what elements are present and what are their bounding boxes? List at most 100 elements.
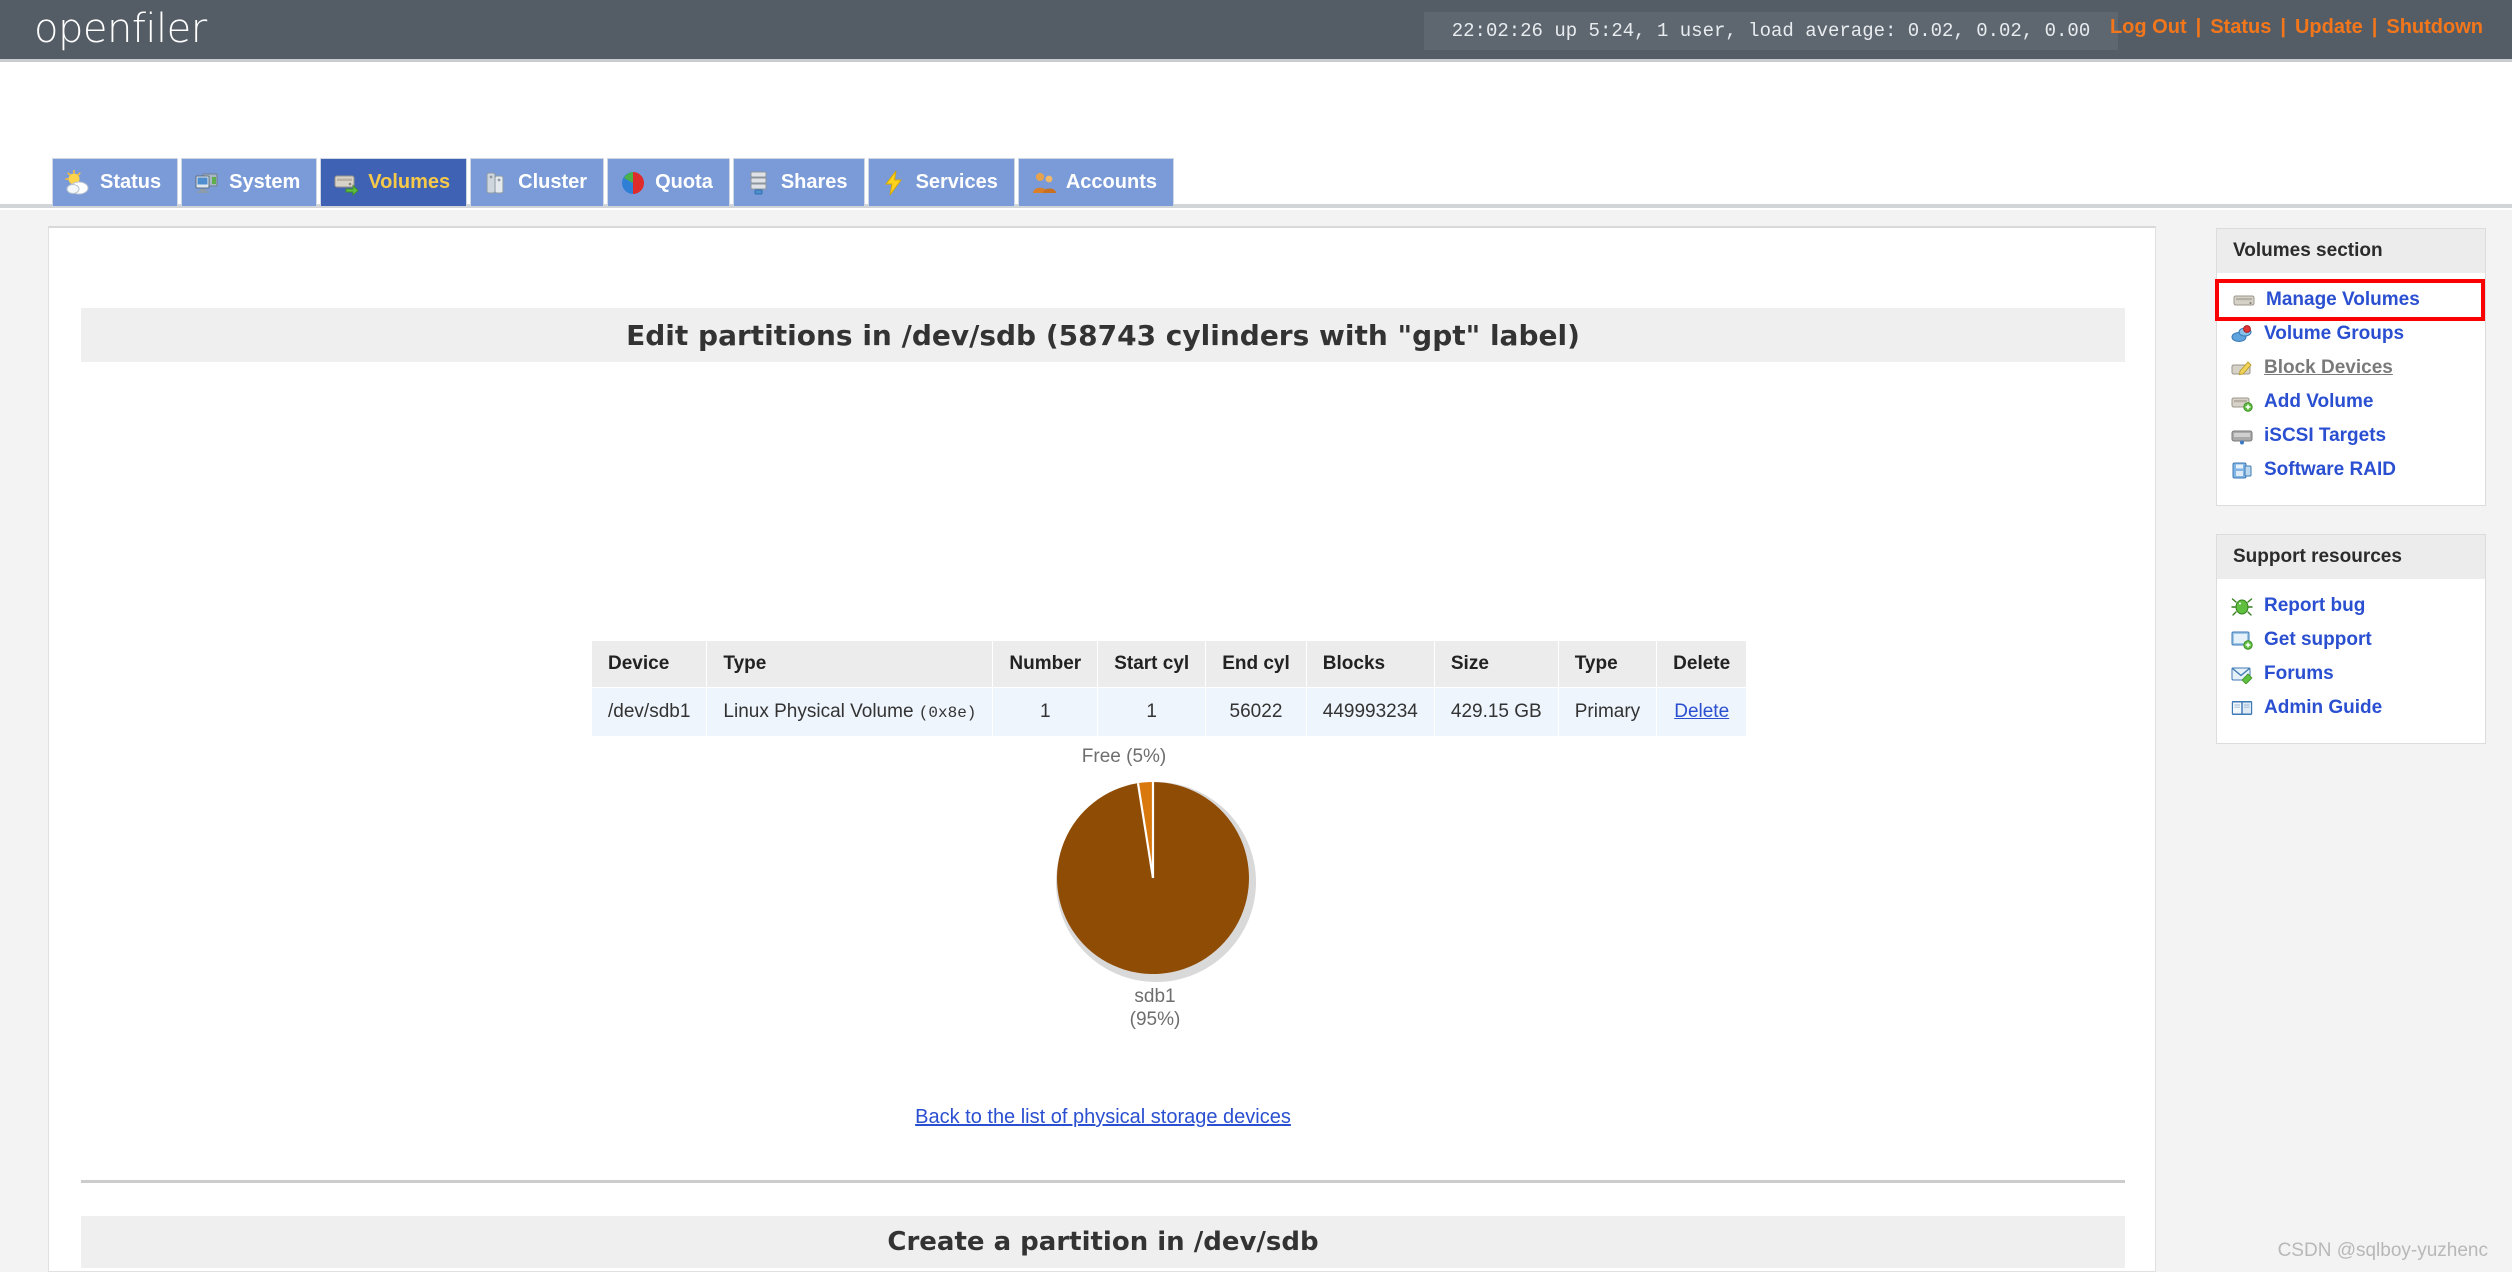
tab-accounts-label: Accounts bbox=[1065, 171, 1157, 193]
volumes-section-panel: Volumes section Manage Volumes Volume Gr… bbox=[2215, 228, 2486, 506]
cell-size: 429.15 GB bbox=[1433, 687, 1559, 737]
page-body: Edit partitions in /dev/sdb (58743 cylin… bbox=[0, 210, 2512, 1272]
back-to-storage-devices-link[interactable]: Back to the list of physical storage dev… bbox=[915, 1106, 1291, 1128]
sidebar-item-manage-volumes[interactable]: Manage Volumes bbox=[2219, 283, 2481, 317]
main-content-card: Edit partitions in /dev/sdb (58743 cylin… bbox=[48, 226, 2156, 1272]
col-number: Number bbox=[992, 640, 1099, 688]
partition-table: Device Type Number Start cyl End cyl Blo… bbox=[590, 640, 1748, 737]
raid-icon bbox=[2231, 460, 2253, 480]
tab-volumes-label: Volumes bbox=[368, 171, 451, 193]
pie-label-sdb1: sdb1 (95%) bbox=[1085, 986, 1225, 1032]
forums-mail-icon bbox=[2231, 664, 2253, 685]
cell-type-code: (0x8e) bbox=[918, 704, 977, 722]
table-row: /dev/sdb1 Linux Physical Volume (0x8e) 1… bbox=[590, 687, 1748, 737]
tab-services-label: Services bbox=[915, 171, 998, 193]
tab-volumes[interactable]: Volumes bbox=[320, 158, 468, 206]
pie-label-sdb1-pct: (95%) bbox=[1129, 1008, 1181, 1030]
tab-quota[interactable]: Quota bbox=[607, 158, 730, 206]
tab-shares-label: Shares bbox=[780, 171, 848, 193]
shares-stack-icon bbox=[746, 170, 772, 196]
sidebar-item-forums[interactable]: Forums bbox=[2217, 657, 2485, 691]
sidebar-item-block-devices[interactable]: Block Devices bbox=[2217, 351, 2485, 385]
pie-holder bbox=[1053, 778, 1256, 982]
top-bar: openfiler 22:02:26 up 5:24, 1 user, load… bbox=[0, 0, 2512, 62]
quota-pie-icon bbox=[620, 170, 646, 196]
volumes-section-title: Volumes section bbox=[2217, 229, 2485, 273]
volume-groups-icon bbox=[2231, 324, 2253, 344]
back-link-row: Back to the list of physical storage dev… bbox=[49, 1106, 2155, 1129]
tab-cluster-label: Cluster bbox=[518, 171, 588, 193]
cell-delete: Delete bbox=[1656, 687, 1748, 737]
top-nav-links: Log Out | Status | Update | Shutdown bbox=[2101, 16, 2492, 39]
delete-partition-link[interactable]: Delete bbox=[1674, 701, 1729, 722]
bug-icon bbox=[2231, 596, 2253, 616]
pie-slices bbox=[1053, 778, 1253, 978]
support-resources-panel: Support resources Report bug Get support… bbox=[2216, 534, 2486, 744]
cell-type: Linux Physical Volume (0x8e) bbox=[706, 687, 994, 737]
create-partition-title: Create a partition in /dev/sdb bbox=[887, 1227, 1319, 1257]
cell-device: /dev/sdb1 bbox=[590, 687, 708, 737]
tab-shares[interactable]: Shares bbox=[732, 158, 865, 206]
sidebar-item-label: Software RAID bbox=[2264, 459, 2396, 480]
drive-icon bbox=[2233, 290, 2255, 310]
cell-type-text: Linux Physical Volume bbox=[723, 701, 914, 722]
page-title: Edit partitions in /dev/sdb (58743 cylin… bbox=[626, 318, 1580, 352]
pie-svg bbox=[1056, 782, 1249, 974]
sidebar-item-add-volume[interactable]: Add Volume bbox=[2217, 385, 2485, 419]
sidebar-item-label: Forums bbox=[2264, 663, 2334, 684]
manage-volumes-highlight: Manage Volumes bbox=[2215, 279, 2485, 321]
col-ptype: Type bbox=[1557, 640, 1658, 688]
partition-table-header-row: Device Type Number Start cyl End cyl Blo… bbox=[590, 640, 1748, 688]
cell-end-cyl: 56022 bbox=[1205, 687, 1307, 737]
sidebar-item-software-raid[interactable]: Software RAID bbox=[2217, 453, 2485, 487]
tab-services[interactable]: Services bbox=[867, 158, 1015, 206]
tab-status[interactable]: Status bbox=[52, 158, 179, 206]
sidebar-item-get-support[interactable]: Get support bbox=[2217, 623, 2485, 657]
section-divider bbox=[81, 1180, 2125, 1183]
col-type: Type bbox=[706, 640, 994, 688]
right-sidebar: Volumes section Manage Volumes Volume Gr… bbox=[2215, 228, 2486, 772]
volumes-section-list: Manage Volumes Volume Groups Block Devic… bbox=[2215, 273, 2485, 487]
sidebar-item-label: iSCSI Targets bbox=[2264, 425, 2387, 446]
block-devices-icon bbox=[2231, 358, 2253, 378]
iscsi-icon bbox=[2231, 426, 2253, 446]
col-start-cyl: Start cyl bbox=[1097, 640, 1207, 688]
csdn-watermark: CSDN @sqlboy-yuzhenc bbox=[2277, 1240, 2488, 1261]
volume-arrow-icon bbox=[333, 170, 359, 196]
sidebar-item-label: Report bug bbox=[2264, 595, 2366, 616]
sidebar-item-report-bug[interactable]: Report bug bbox=[2217, 589, 2485, 623]
sidebar-item-label: Volume Groups bbox=[2264, 323, 2405, 344]
col-delete: Delete bbox=[1656, 640, 1748, 688]
update-link[interactable]: Update bbox=[2286, 16, 2372, 39]
support-resources-list: Report bug Get support Forums Admin Guid… bbox=[2217, 579, 2485, 725]
cell-ptype: Primary bbox=[1557, 687, 1658, 737]
uptime-text: 22:02:26 up 5:24, 1 user, load average: … bbox=[1451, 20, 2091, 42]
people-icon bbox=[1031, 170, 1057, 196]
book-icon bbox=[2231, 698, 2253, 718]
tab-system[interactable]: System bbox=[181, 158, 318, 206]
sidebar-item-label: Block Devices bbox=[2264, 357, 2393, 378]
sidebar-item-volume-groups[interactable]: Volume Groups bbox=[2217, 317, 2485, 351]
sidebar-item-admin-guide[interactable]: Admin Guide bbox=[2217, 691, 2485, 725]
tab-quota-label: Quota bbox=[655, 171, 713, 193]
tab-cluster[interactable]: Cluster bbox=[470, 158, 605, 206]
main-tab-strip: Status System Volumes Cluster Quota Shar… bbox=[0, 158, 2512, 208]
status-link[interactable]: Status bbox=[2201, 16, 2280, 39]
sidebar-item-iscsi-targets[interactable]: iSCSI Targets bbox=[2217, 419, 2485, 453]
tabs-container: Status System Volumes Cluster Quota Shar… bbox=[52, 158, 1177, 206]
sidebar-item-label: Get support bbox=[2264, 629, 2372, 650]
tab-accounts[interactable]: Accounts bbox=[1017, 158, 1174, 206]
sidebar-item-label: Admin Guide bbox=[2264, 697, 2383, 718]
edit-partitions-banner: Edit partitions in /dev/sdb (58743 cylin… bbox=[81, 308, 2125, 362]
uptime-status-box: 22:02:26 up 5:24, 1 user, load average: … bbox=[1424, 12, 2118, 50]
sidebar-item-label: Add Volume bbox=[2264, 391, 2374, 412]
log-out-link[interactable]: Log Out bbox=[2101, 16, 2196, 39]
shutdown-link[interactable]: Shutdown bbox=[2377, 16, 2492, 39]
col-blocks: Blocks bbox=[1305, 640, 1435, 688]
col-end-cyl: End cyl bbox=[1205, 640, 1307, 688]
support-resources-title: Support resources bbox=[2217, 535, 2485, 579]
cell-number: 1 bbox=[992, 687, 1099, 737]
pie-label-free: Free (5%) bbox=[1081, 746, 1167, 767]
support-icon bbox=[2231, 630, 2253, 650]
create-partition-banner: Create a partition in /dev/sdb bbox=[81, 1216, 2125, 1268]
